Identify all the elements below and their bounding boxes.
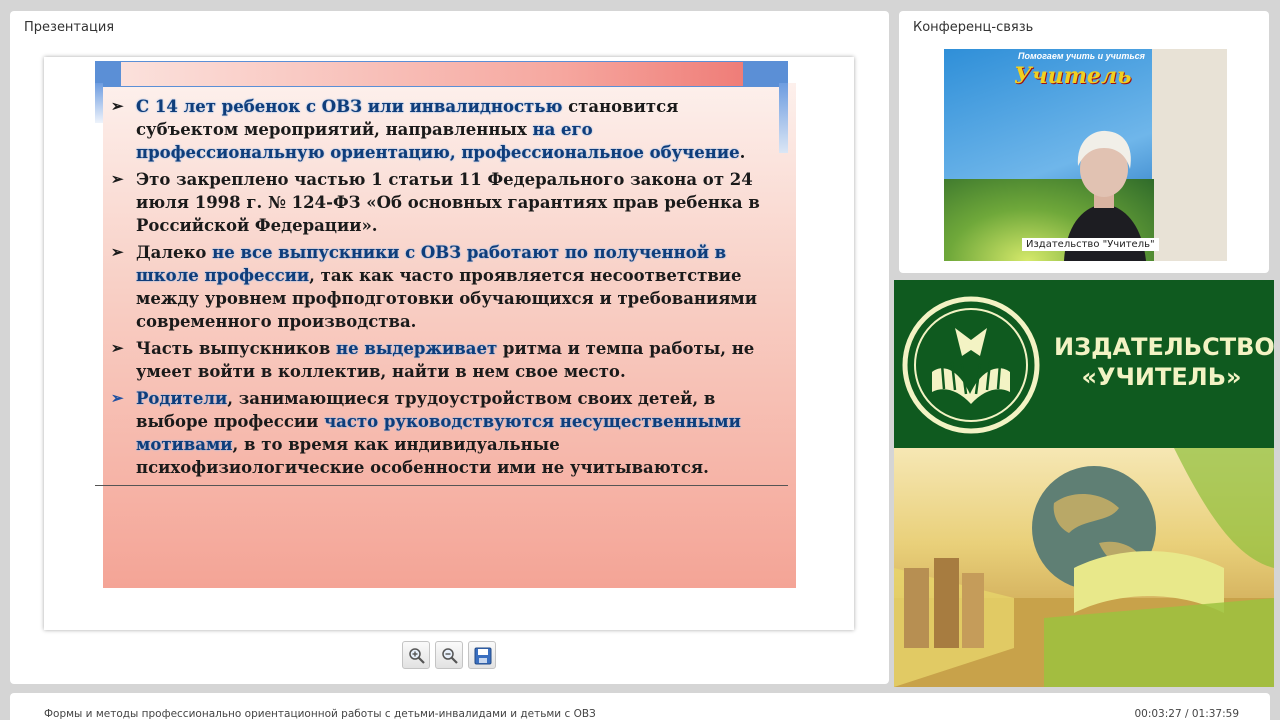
bullet-arrow-icon: ➢ — [111, 389, 124, 407]
publisher-image-books-globe — [894, 448, 1274, 687]
publisher-header: ИЗДАТЕЛЬСТВО «УЧИТЕЛЬ» — [894, 280, 1274, 448]
bullet-arrow-icon: ➢ — [111, 243, 124, 261]
slide-right-accent — [779, 83, 788, 153]
slide-bullet: ➢ Далеко не все выпускники с ОВЗ работают… — [109, 241, 779, 333]
slide: ➢ С 14 лет ребенок с ОВЗ или инвалидность… — [95, 61, 796, 588]
zoom-out-icon — [442, 648, 458, 664]
slide-bullet: ➢ Это закреплено частью 1 статьи 11 Федер… — [109, 168, 779, 237]
conference-panel-title: Конференц-связь — [913, 20, 1034, 35]
publisher-name-line2: «УЧИТЕЛЬ» — [1081, 363, 1242, 391]
bullet-arrow-icon: ➢ — [111, 339, 124, 357]
slide-divider — [95, 485, 788, 486]
slide-header-gradient — [121, 62, 743, 86]
slide-frame: ➢ С 14 лет ребенок с ОВЗ или инвалидность… — [44, 57, 854, 630]
bullet-text: Часть выпускников — [136, 339, 337, 358]
publisher-name-line1: ИЗДАТЕЛЬСТВО — [1054, 333, 1274, 361]
zoom-in-icon — [409, 648, 425, 664]
webinar-title: Формы и методы профессионально ориентаци… — [44, 708, 596, 720]
bullet-arrow-icon: ➢ — [111, 97, 124, 115]
save-icon — [474, 647, 492, 665]
slide-bullet-list: ➢ С 14 лет ребенок с ОВЗ или инвалидность… — [109, 95, 779, 483]
bullet-highlight-text: Родители — [136, 389, 228, 408]
bullet-text: . — [739, 143, 746, 162]
zoom-in-button[interactable] — [402, 641, 430, 669]
footer-bar: Формы и методы профессионально ориентаци… — [10, 693, 1270, 720]
bullet-highlight-text: С 14 лет ребенок с ОВЗ или инвалидностью — [136, 97, 563, 116]
slide-bullet: ➢ С 14 лет ребенок с ОВЗ или инвалидность… — [109, 95, 779, 164]
video-feed[interactable]: Помогаем учить и учиться Учитель Издател… — [944, 49, 1227, 261]
bullet-highlight-text: не выдерживает — [336, 339, 498, 358]
zoom-out-button[interactable] — [435, 641, 463, 669]
slide-bullet: ➢ Часть выпускников не выдерживает ритма … — [109, 337, 779, 383]
banner-logo-text: Учитель — [1014, 63, 1132, 89]
banner-tagline: Помогаем учить и учиться — [1018, 51, 1145, 61]
books-globe-illustration — [894, 448, 1274, 687]
playback-time: 00:03:27 / 01:37:59 — [1134, 708, 1239, 720]
bullet-text: Далеко — [136, 243, 213, 262]
presentation-panel-title: Презентация — [24, 20, 115, 35]
publisher-logo-icon — [902, 296, 1040, 434]
conference-panel: Конференц-связь Помогаем учить и учиться… — [899, 11, 1269, 273]
bullet-arrow-icon: ➢ — [111, 170, 124, 188]
presentation-panel: Презентация ➢ С 14 лет ребенок с ОВЗ или … — [10, 11, 889, 684]
save-button[interactable] — [468, 641, 496, 669]
video-caption: Издательство "Учитель" — [1022, 238, 1159, 251]
video-background-shelf — [1152, 49, 1227, 261]
publisher-name: ИЗДАТЕЛЬСТВО «УЧИТЕЛЬ» — [1054, 332, 1274, 392]
slide-left-accent — [95, 83, 103, 123]
slide-header-bar — [95, 61, 788, 87]
slide-bullet: ➢ Родители, занимающиеся трудоустройством… — [109, 387, 779, 479]
bullet-text: Это закреплено частью 1 статьи 11 Федера… — [136, 170, 760, 235]
publisher-banner: ИЗДАТЕЛЬСТВО «УЧИТЕЛЬ» — [894, 280, 1274, 687]
